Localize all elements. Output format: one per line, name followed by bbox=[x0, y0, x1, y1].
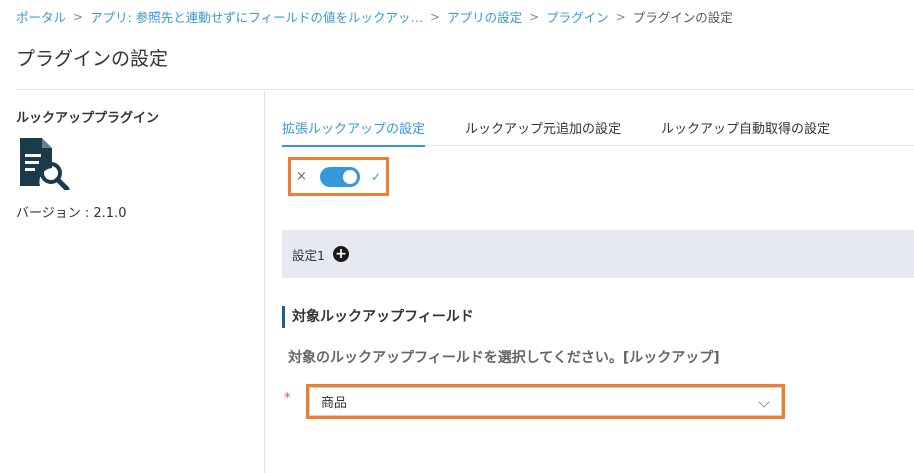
enable-toggle-group: × ✓ bbox=[288, 157, 389, 196]
breadcrumb-portal[interactable]: ポータル bbox=[16, 7, 66, 26]
tab-lookup-auto[interactable]: ルックアップ自動取得の設定 bbox=[661, 112, 830, 146]
section-title: 対象ルックアップフィールド bbox=[282, 306, 474, 328]
chevron-down-icon bbox=[758, 396, 770, 408]
toggle-on-icon[interactable]: ✓ bbox=[371, 170, 381, 184]
breadcrumb-separator: > bbox=[430, 9, 441, 24]
breadcrumb-separator: > bbox=[529, 9, 540, 24]
tab-lookup-source[interactable]: ルックアップ元追加の設定 bbox=[465, 112, 621, 146]
enable-toggle-switch[interactable] bbox=[320, 166, 360, 187]
breadcrumb-plugins[interactable]: プラグイン bbox=[546, 7, 609, 26]
tab-extended-lookup[interactable]: 拡張ルックアップの設定 bbox=[282, 112, 426, 147]
required-mark: * bbox=[284, 391, 291, 406]
selected-value: 商品 bbox=[321, 396, 348, 411]
plugin-info-sidebar: ルックアッププラグイン バージョン : 2.1.0 bbox=[0, 90, 265, 473]
toggle-knob bbox=[343, 169, 357, 184]
toggle-off-icon[interactable]: × bbox=[296, 169, 312, 184]
breadcrumb-app-settings[interactable]: アプリの設定 bbox=[447, 7, 522, 26]
add-setting-icon[interactable]: + bbox=[332, 246, 349, 262]
breadcrumb-app[interactable]: アプリ: 参照先と連動せずにフィールドの値をルックアッ… bbox=[90, 7, 423, 26]
setting-label[interactable]: 設定1 bbox=[292, 245, 325, 264]
breadcrumb-current: プラグインの設定 bbox=[632, 10, 733, 25]
plugin-version: バージョン : 2.1.0 bbox=[16, 206, 127, 221]
page-title: プラグインの設定 bbox=[16, 48, 169, 70]
lookup-field-select[interactable]: 商品 bbox=[306, 384, 785, 419]
breadcrumb: ポータル > アプリ: 参照先と連動せずにフィールドの値をルックアッ… > アプ… bbox=[16, 7, 733, 26]
setting-tab-bar: 設定1 + bbox=[282, 230, 914, 278]
select-border bbox=[309, 387, 782, 416]
plugin-name: ルックアッププラグイン bbox=[16, 111, 160, 126]
settings-tabs: 拡張ルックアップの設定 ルックアップ元追加の設定 ルックアップ自動取得の設定 bbox=[282, 112, 914, 147]
breadcrumb-separator: > bbox=[73, 9, 84, 24]
document-search-icon bbox=[20, 138, 70, 190]
field-description: 対象のルックアップフィールドを選択してください。[ルックアップ] bbox=[288, 350, 720, 366]
breadcrumb-separator: > bbox=[615, 9, 626, 24]
